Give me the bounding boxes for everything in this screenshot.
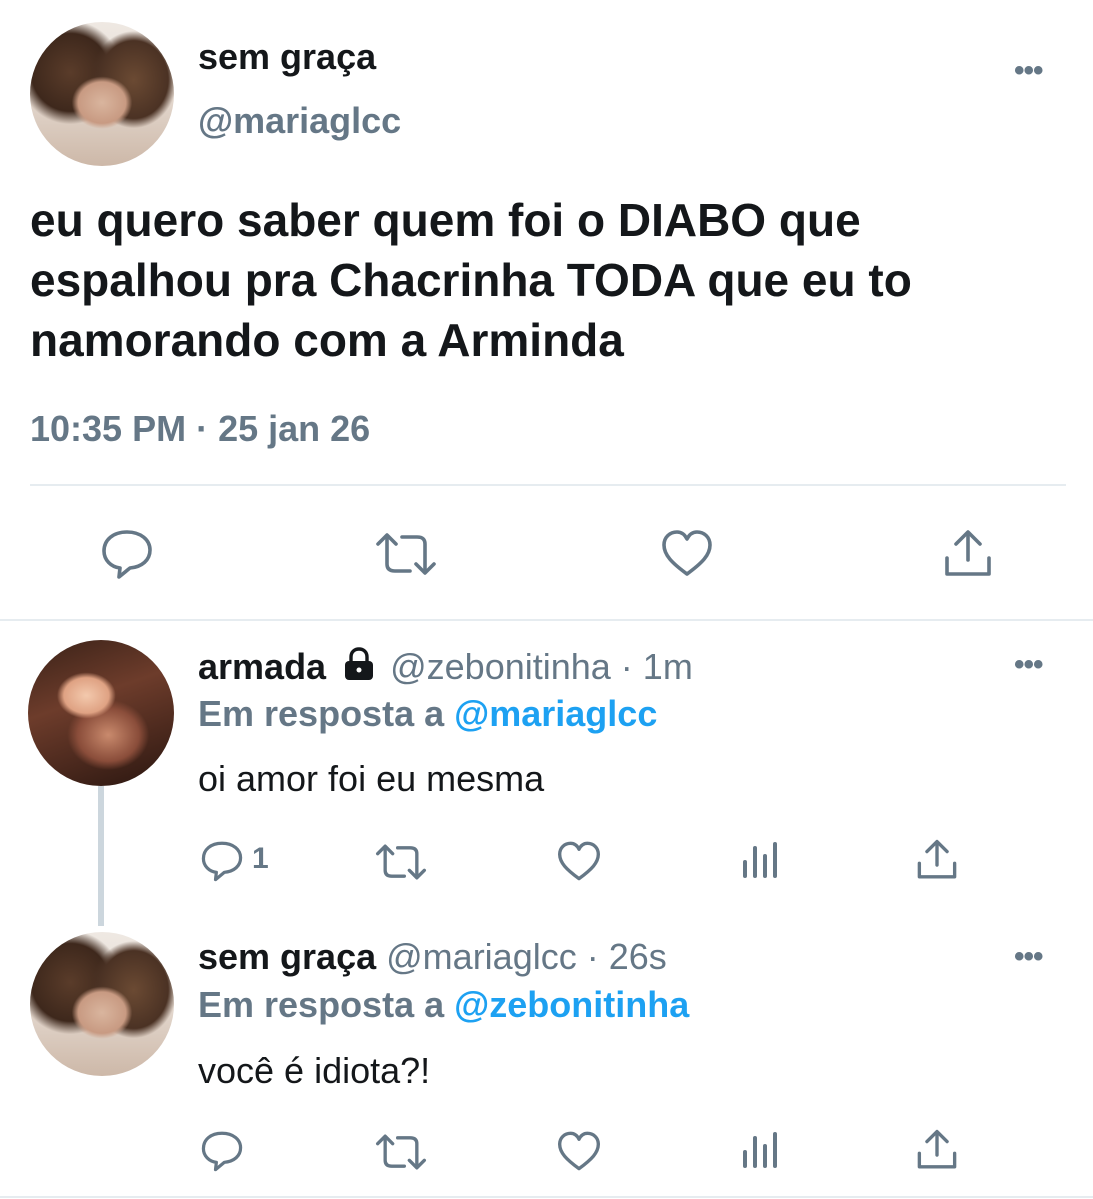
reply-icon[interactable] — [200, 840, 244, 882]
reply-header: armada @zebonitinha · 1m — [198, 646, 693, 690]
reply-to-link[interactable]: @mariaglcc — [454, 693, 657, 734]
reply-context: Em resposta a @zebonitinha — [198, 984, 689, 1026]
share-icon[interactable] — [943, 528, 993, 580]
reply-header: sem graça @mariaglcc · 26s — [198, 936, 667, 978]
share-icon[interactable] — [916, 838, 958, 882]
author-handle-time[interactable]: @zebonitinha · 1m — [390, 646, 693, 687]
tweet-timestamp[interactable]: 10:35 PM · 25 jan 26 — [30, 408, 370, 450]
analytics-icon[interactable] — [740, 1130, 780, 1170]
tweet-text: oi amor foi eu mesma — [198, 758, 545, 799]
tweet-text-line: eu quero saber quem foi o DIABO que — [30, 194, 861, 246]
like-icon[interactable] — [556, 840, 602, 882]
more-options-button[interactable]: ••• — [1014, 942, 1043, 972]
avatar[interactable] — [28, 640, 174, 786]
avatar[interactable] — [30, 932, 174, 1076]
reply-prefix: Em resposta a — [198, 984, 445, 1025]
author-display-name[interactable]: armada — [198, 646, 326, 687]
reply-icon[interactable] — [200, 1130, 244, 1172]
divider — [0, 1196, 1093, 1198]
tweet-text-line: espalhou pra Chacrinha TODA que eu to — [30, 254, 912, 306]
divider — [0, 619, 1093, 621]
retweet-icon[interactable] — [374, 1132, 428, 1172]
author-display-name[interactable]: sem graça — [198, 36, 376, 78]
lock-icon — [342, 647, 376, 690]
reply-to-link[interactable]: @zebonitinha — [454, 984, 689, 1025]
reply-context: Em resposta a @mariaglcc — [198, 693, 657, 735]
tweet-text: você é idiota?! — [198, 1050, 431, 1091]
author-display-name[interactable]: sem graça — [198, 936, 376, 977]
like-icon[interactable] — [660, 528, 714, 578]
reply-prefix: Em resposta a — [198, 693, 445, 734]
like-icon[interactable] — [556, 1130, 602, 1172]
analytics-icon[interactable] — [740, 840, 780, 880]
retweet-icon[interactable] — [374, 530, 438, 578]
avatar[interactable] — [30, 22, 174, 166]
more-options-button[interactable]: ••• — [1014, 56, 1043, 86]
reply-count: 1 — [252, 842, 269, 875]
reply-icon[interactable] — [100, 528, 154, 580]
more-options-button[interactable]: ••• — [1014, 650, 1043, 680]
tweet-text-line: namorando com a Arminda — [30, 314, 624, 366]
share-icon[interactable] — [916, 1128, 958, 1172]
author-handle[interactable]: @mariaglcc — [198, 100, 401, 142]
retweet-icon[interactable] — [374, 842, 428, 882]
divider — [30, 484, 1066, 486]
author-handle-time[interactable]: @mariaglcc · 26s — [386, 936, 667, 977]
thread-line — [98, 786, 104, 926]
